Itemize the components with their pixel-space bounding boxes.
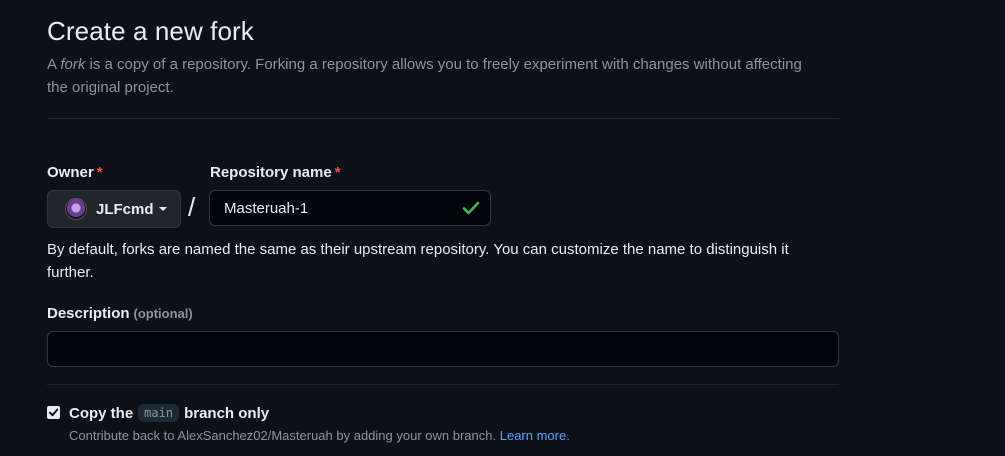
copy-branch-note: Contribute back to AlexSanchez02/Masteru… — [69, 428, 570, 443]
divider — [47, 118, 839, 119]
intro-text: A fork is a copy of a repository. Forkin… — [47, 53, 807, 99]
repo-name-label-text: Repository name — [210, 164, 332, 181]
copy-label-prefix: Copy the — [69, 404, 134, 422]
intro-em: fork — [60, 56, 86, 73]
description-label: Description (optional) — [47, 305, 193, 322]
owner-dropdown-button[interactable]: JLFcmd — [47, 190, 181, 228]
copy-main-branch-checkbox[interactable] — [47, 406, 60, 419]
caret-down-icon — [158, 207, 167, 211]
page-title: Create a new fork — [47, 16, 254, 46]
description-field[interactable] — [47, 331, 839, 367]
copy-branch-label[interactable]: Copy the main branch only — [69, 404, 269, 422]
repo-name-help-text: By default, forks are named the same as … — [47, 241, 789, 281]
repository-name-input[interactable] — [224, 199, 444, 217]
repository-name-field[interactable] — [209, 190, 491, 226]
owner-name: JLFcmd — [96, 200, 154, 218]
description-input[interactable] — [48, 332, 838, 366]
owner-repo-separator: / — [188, 192, 196, 222]
check-icon — [462, 201, 480, 215]
divider — [47, 384, 839, 385]
intro-prefix: A — [47, 56, 61, 73]
learn-more-link[interactable]: Learn more. — [500, 428, 570, 443]
avatar — [65, 198, 87, 220]
branch-name-code: main — [138, 404, 180, 422]
checkbox-checked-icon — [49, 408, 59, 417]
repo-name-label: Repository name * — [210, 164, 341, 181]
copy-note-text: Contribute back to AlexSanchez02/Masteru… — [69, 428, 497, 443]
description-label-text: Description — [47, 305, 130, 322]
owner-label: Owner * — [47, 164, 103, 181]
intro-rest: is a copy of a repository. Forking a rep… — [47, 56, 802, 96]
required-mark: * — [334, 164, 341, 181]
owner-label-text: Owner — [47, 164, 94, 181]
copy-label-suffix: branch only — [184, 404, 270, 422]
required-mark: * — [96, 164, 103, 181]
optional-tag: (optional) — [133, 306, 193, 321]
